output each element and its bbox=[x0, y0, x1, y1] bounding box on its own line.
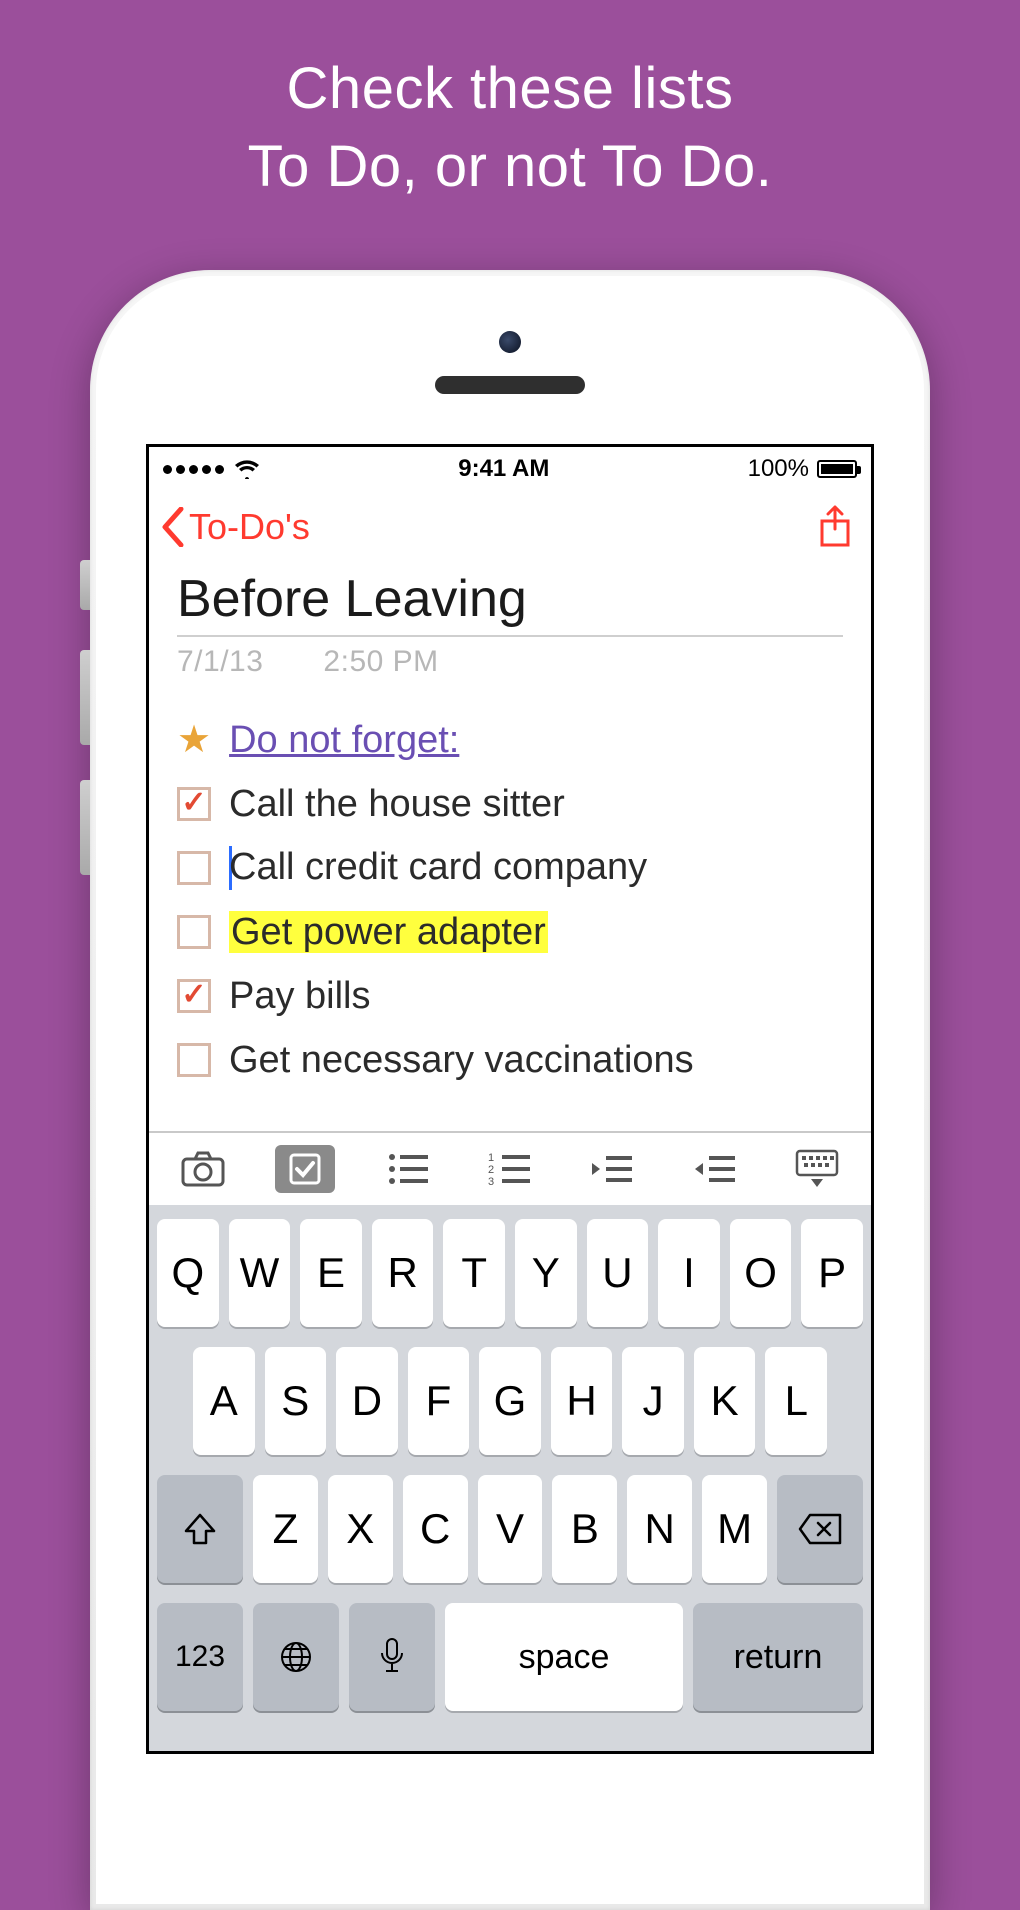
checklist-item-text: Get necessary vaccinations bbox=[229, 1039, 694, 1082]
wifi-icon bbox=[234, 459, 260, 479]
checklist-item[interactable]: Call the house sitter bbox=[177, 777, 843, 831]
key-j[interactable]: J bbox=[622, 1347, 684, 1455]
battery-icon bbox=[817, 460, 857, 478]
note-time: 2:50 PM bbox=[323, 645, 438, 679]
promo-headline: Check these lists To Do, or not To Do. bbox=[0, 0, 1020, 207]
key-s[interactable]: S bbox=[265, 1347, 327, 1455]
status-bar: 9:41 AM 100% bbox=[149, 447, 871, 491]
key-l[interactable]: L bbox=[765, 1347, 827, 1455]
share-button[interactable] bbox=[817, 505, 853, 549]
checkbox[interactable] bbox=[177, 979, 211, 1013]
note-title[interactable]: Before Leaving bbox=[177, 569, 843, 637]
key-e[interactable]: E bbox=[300, 1219, 362, 1327]
checklist-item-text: Call credit card company bbox=[229, 846, 647, 891]
back-label: To-Do's bbox=[189, 506, 310, 548]
key-a[interactable]: A bbox=[193, 1347, 255, 1455]
checkbox[interactable] bbox=[177, 915, 211, 949]
key-c[interactable]: C bbox=[403, 1475, 468, 1583]
dictation-key[interactable] bbox=[349, 1603, 435, 1711]
globe-key[interactable] bbox=[253, 1603, 339, 1711]
numbered-list-button[interactable]: 123 bbox=[480, 1145, 540, 1193]
svg-text:3: 3 bbox=[488, 1176, 494, 1187]
key-d[interactable]: D bbox=[336, 1347, 398, 1455]
key-o[interactable]: O bbox=[730, 1219, 792, 1327]
checklist-item-text: Pay bills bbox=[229, 975, 371, 1018]
volume-down-button bbox=[80, 780, 90, 875]
nav-bar: To-Do's bbox=[149, 491, 871, 569]
phone-bezel: 9:41 AM 100% To-Do's bbox=[96, 276, 924, 1904]
checklist-item[interactable]: Get power adapter bbox=[177, 905, 843, 959]
key-t[interactable]: T bbox=[443, 1219, 505, 1327]
promo-line-2: To Do, or not To Do. bbox=[0, 128, 1020, 206]
editor-toolbar: 123 bbox=[149, 1131, 871, 1205]
earpiece-speaker bbox=[435, 376, 585, 394]
key-i[interactable]: I bbox=[658, 1219, 720, 1327]
note-date: 7/1/13 bbox=[177, 645, 263, 679]
numbers-key[interactable]: 123 bbox=[157, 1603, 243, 1711]
key-x[interactable]: X bbox=[328, 1475, 393, 1583]
key-w[interactable]: W bbox=[229, 1219, 291, 1327]
key-y[interactable]: Y bbox=[515, 1219, 577, 1327]
bullet-list-button[interactable] bbox=[378, 1145, 438, 1193]
checkbox[interactable] bbox=[177, 787, 211, 821]
front-camera bbox=[499, 331, 521, 353]
key-k[interactable]: K bbox=[694, 1347, 756, 1455]
volume-up-button bbox=[80, 650, 90, 745]
keyboard: QWERTYUIOP ASDFGHJKL ZXCVBNM 123 bbox=[149, 1205, 871, 1751]
key-h[interactable]: H bbox=[551, 1347, 613, 1455]
checklist-item-text: Get power adapter bbox=[229, 911, 548, 954]
key-q[interactable]: Q bbox=[157, 1219, 219, 1327]
checkbox[interactable] bbox=[177, 1043, 211, 1077]
checklist-button[interactable] bbox=[275, 1145, 335, 1193]
checklist-item[interactable]: Get necessary vaccinations bbox=[177, 1033, 843, 1087]
note-editor[interactable]: Before Leaving 7/1/13 2:50 PM ★ Do not f… bbox=[149, 569, 871, 1087]
key-b[interactable]: B bbox=[552, 1475, 617, 1583]
key-n[interactable]: N bbox=[627, 1475, 692, 1583]
status-time: 9:41 AM bbox=[458, 455, 549, 483]
shift-key[interactable] bbox=[157, 1475, 243, 1583]
checklist-item-text: Call the house sitter bbox=[229, 783, 565, 826]
key-r[interactable]: R bbox=[372, 1219, 434, 1327]
delete-key[interactable] bbox=[777, 1475, 863, 1583]
checklist-item[interactable]: Call credit card company bbox=[177, 841, 843, 895]
space-key[interactable]: space bbox=[445, 1603, 683, 1711]
phone-frame: 9:41 AM 100% To-Do's bbox=[90, 270, 930, 1910]
outdent-button[interactable] bbox=[582, 1145, 642, 1193]
key-z[interactable]: Z bbox=[253, 1475, 318, 1583]
hide-keyboard-button[interactable] bbox=[787, 1145, 847, 1193]
note-meta: 7/1/13 2:50 PM bbox=[177, 645, 843, 679]
note-heading-line[interactable]: ★ Do not forget: bbox=[177, 713, 843, 767]
mute-switch bbox=[80, 560, 90, 610]
indent-button[interactable] bbox=[685, 1145, 745, 1193]
key-f[interactable]: F bbox=[408, 1347, 470, 1455]
svg-text:1: 1 bbox=[488, 1152, 494, 1164]
checklist-item[interactable]: Pay bills bbox=[177, 969, 843, 1023]
key-u[interactable]: U bbox=[587, 1219, 649, 1327]
svg-text:2: 2 bbox=[488, 1164, 494, 1176]
key-m[interactable]: M bbox=[702, 1475, 767, 1583]
checkbox[interactable] bbox=[177, 851, 211, 885]
return-key[interactable]: return bbox=[693, 1603, 863, 1711]
camera-button[interactable] bbox=[173, 1145, 233, 1193]
screen: 9:41 AM 100% To-Do's bbox=[146, 444, 874, 1754]
chevron-left-icon bbox=[159, 507, 185, 547]
signal-strength-icon bbox=[163, 465, 224, 474]
key-g[interactable]: G bbox=[479, 1347, 541, 1455]
battery-percent: 100% bbox=[748, 455, 809, 483]
back-button[interactable]: To-Do's bbox=[159, 506, 310, 548]
key-p[interactable]: P bbox=[801, 1219, 863, 1327]
star-icon: ★ bbox=[177, 721, 211, 759]
note-heading-text: Do not forget: bbox=[229, 719, 459, 762]
key-v[interactable]: V bbox=[478, 1475, 543, 1583]
promo-line-1: Check these lists bbox=[0, 50, 1020, 128]
